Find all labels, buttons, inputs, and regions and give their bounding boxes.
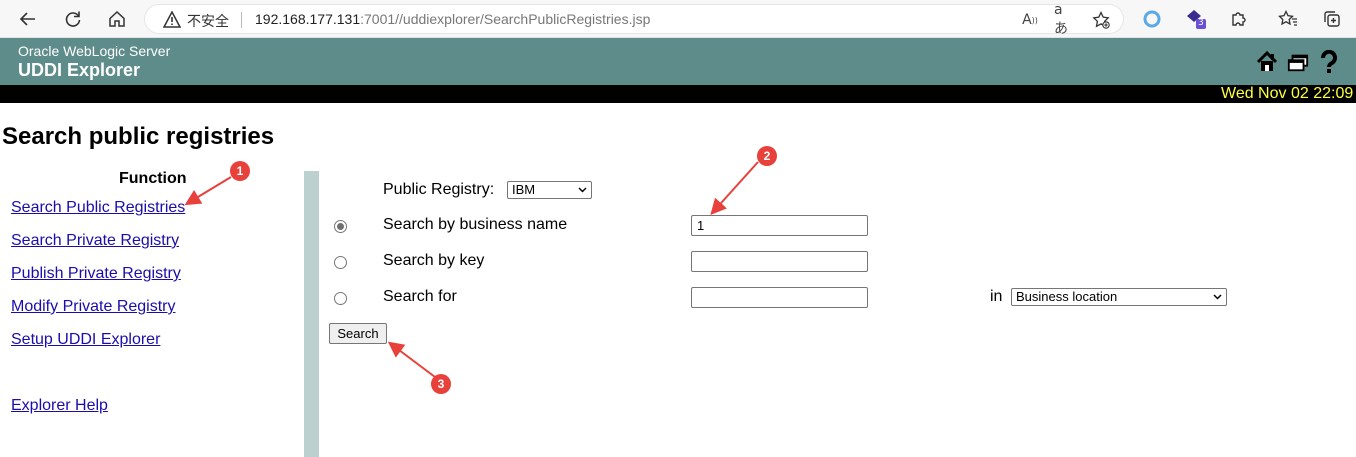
business-name-input[interactable]: 1 <box>691 215 868 236</box>
date-text: Wed Nov 02 22:09 <box>1221 85 1354 102</box>
home-icon[interactable] <box>104 6 130 32</box>
sidebar-link-modify-private[interactable]: Modify Private Registry <box>11 298 176 316</box>
sidebar-link-search-private[interactable]: Search Private Registry <box>11 232 179 250</box>
extension-icon[interactable]: 3 <box>1183 6 1209 32</box>
address-bar[interactable]: 不安全 192.168.177.131:7001//uddiexplorer/S… <box>144 2 1124 37</box>
location-select[interactable]: Business location <box>1011 288 1227 306</box>
extension-badge: 3 <box>1198 18 1204 28</box>
page-title: Search public registries <box>2 123 275 150</box>
url-path: :7001//uddiexplorer/SearchPublicRegistri… <box>360 11 651 27</box>
annotation-arrow-3 <box>387 341 436 378</box>
key-input[interactable] <box>691 251 868 272</box>
sidebar-link-publish-private[interactable]: Publish Private Registry <box>11 265 181 283</box>
search-button[interactable]: Search <box>329 323 387 344</box>
warning-icon[interactable] <box>163 11 181 28</box>
favorites-icon[interactable] <box>1275 6 1301 32</box>
radio-business-name[interactable] <box>334 220 347 233</box>
sidebar-link-search-public[interactable]: Search Public Registries <box>11 199 185 217</box>
collections-icon[interactable] <box>1319 6 1345 32</box>
read-aloud-icon[interactable]: A)) <box>1019 9 1041 31</box>
chevron-down-icon <box>1213 294 1222 300</box>
back-arrow-icon[interactable] <box>15 6 41 32</box>
help-icon[interactable] <box>1318 50 1340 74</box>
home-icon[interactable] <box>1256 50 1278 74</box>
radio-key[interactable] <box>334 256 347 269</box>
option-label-business-name: Search by business name <box>383 216 568 233</box>
registry-select-value: IBM <box>512 182 536 197</box>
address-divider <box>241 12 242 28</box>
windows-icon[interactable] <box>1287 50 1309 74</box>
security-label[interactable]: 不安全 <box>187 11 229 31</box>
option-label-search-for: Search for <box>383 288 457 305</box>
sidebar-link-help[interactable]: Explorer Help <box>11 397 108 415</box>
sidebar-link-setup[interactable]: Setup UDDI Explorer <box>11 331 160 349</box>
puzzle-icon[interactable] <box>1226 6 1252 32</box>
add-favorite-icon[interactable] <box>1090 9 1112 31</box>
url-text[interactable]: 192.168.177.131:7001//uddiexplorer/Searc… <box>255 11 650 27</box>
option-label-key: Search by key <box>383 252 485 269</box>
annotation-arrow-1 <box>184 176 232 206</box>
registry-select[interactable]: IBM <box>507 181 592 199</box>
annotation-arrow-2 <box>710 161 759 215</box>
browser-toolbar: 不安全 192.168.177.131:7001//uddiexplorer/S… <box>0 0 1356 38</box>
in-label: in <box>990 288 1003 305</box>
sidebar-heading: Function <box>119 170 187 187</box>
banner-subtitle: Oracle WebLogic Server <box>18 43 171 59</box>
url-host: 192.168.177.131 <box>255 11 361 27</box>
annotation-marker-2: 2 <box>757 146 777 166</box>
chevron-down-icon <box>578 187 587 193</box>
translate-icon[interactable]: aあ <box>1054 2 1076 37</box>
refresh-icon[interactable] <box>60 6 86 32</box>
radio-search-for[interactable] <box>334 292 347 305</box>
banner-title: UDDI Explorer <box>18 60 141 80</box>
date-bar: Wed Nov 02 22:09 <box>0 85 1356 103</box>
circle-extension-icon[interactable] <box>1139 6 1165 32</box>
annotation-marker-3: 3 <box>431 374 451 394</box>
app-banner: Oracle WebLogic Server UDDI Explorer <box>0 38 1356 85</box>
search-for-input[interactable] <box>691 287 868 308</box>
location-select-value: Business location <box>1016 289 1118 304</box>
annotation-marker-1: 1 <box>230 161 250 181</box>
registry-label: Public Registry: <box>383 181 495 198</box>
sidebar-divider <box>304 171 319 457</box>
